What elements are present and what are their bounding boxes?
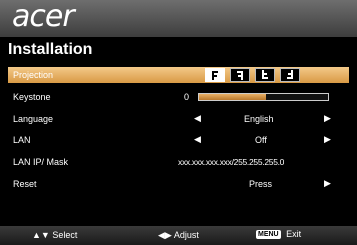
menu-item-keystone[interactable]: Keystone 0 bbox=[8, 89, 349, 105]
rear-desk-icon[interactable] bbox=[230, 68, 250, 82]
arrow-left-icon[interactable]: ◀ bbox=[194, 113, 201, 124]
menu-item-language[interactable]: Language ◀ English ▶ bbox=[8, 111, 349, 127]
menu-item-label: Reset bbox=[13, 179, 37, 189]
brand-logo: acer bbox=[12, 0, 75, 34]
footer-bar: ▲▼ Select ◀▶ Adjust MENU Exit bbox=[0, 226, 357, 245]
language-value: English bbox=[244, 114, 274, 124]
adjust-hint: ◀▶ Adjust bbox=[158, 230, 199, 241]
select-hint: ▲▼ Select bbox=[32, 230, 77, 240]
keystone-slider[interactable] bbox=[198, 93, 329, 101]
osd-menu: acer Installation Projection Keystone 0 … bbox=[0, 0, 357, 245]
lan-ip-mask-value: xxx.xxx.xxx.xxx/255.255.255.0 bbox=[178, 157, 285, 167]
menu-item-projection[interactable]: Projection bbox=[8, 67, 349, 83]
reset-value: Press bbox=[249, 179, 273, 189]
up-down-arrows-icon: ▲▼ bbox=[32, 230, 50, 240]
menu-item-label: Projection bbox=[13, 70, 54, 80]
arrow-right-icon[interactable]: ▶ bbox=[324, 113, 331, 124]
menu-key-icon: MENU bbox=[256, 230, 281, 240]
menu-item-label: LAN bbox=[13, 135, 31, 145]
lan-value: Off bbox=[255, 135, 267, 145]
menu-item-label: Language bbox=[13, 114, 54, 124]
exit-hint: MENU Exit bbox=[256, 229, 302, 240]
keystone-slider-fill bbox=[199, 94, 267, 100]
keystone-value: 0 bbox=[184, 92, 190, 102]
arrow-right-icon[interactable]: ▶ bbox=[324, 178, 331, 189]
menu-item-label: Keystone bbox=[13, 92, 51, 102]
left-right-arrows-icon: ◀▶ bbox=[158, 230, 172, 240]
menu-item-lan-ip-mask: LAN IP/ Mask xxx.xxx.xxx.xxx/255.255.255… bbox=[8, 154, 349, 170]
menu-item-lan[interactable]: LAN ◀ Off ▶ bbox=[8, 132, 349, 148]
menu-item-label: LAN IP/ Mask bbox=[13, 157, 69, 167]
front-desk-icon[interactable] bbox=[205, 68, 225, 82]
rear-ceiling-icon[interactable] bbox=[280, 68, 300, 82]
menu-item-reset[interactable]: Reset Press ▶ bbox=[8, 176, 349, 192]
page-title: Installation bbox=[8, 41, 93, 58]
adjust-label: Adjust bbox=[173, 230, 199, 240]
exit-label: Exit bbox=[286, 229, 302, 239]
front-ceiling-icon[interactable] bbox=[255, 68, 275, 82]
select-label: Select bbox=[52, 230, 78, 240]
logo-bar: acer bbox=[0, 0, 357, 37]
arrow-right-icon[interactable]: ▶ bbox=[324, 134, 331, 145]
arrow-left-icon[interactable]: ◀ bbox=[194, 134, 201, 145]
